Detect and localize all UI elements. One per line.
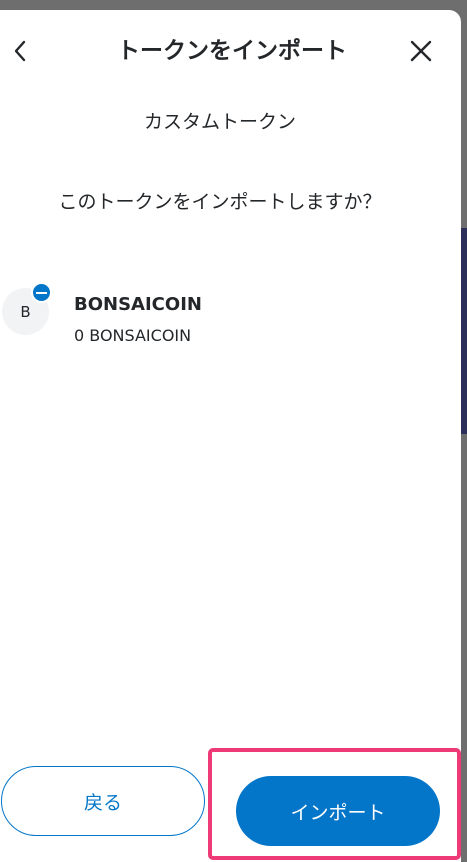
section-subtitle: カスタムトークン (143, 111, 296, 133)
background-strip (461, 228, 467, 434)
token-balance: 0 BONSAICOIN (74, 326, 192, 345)
modal-header: トークンをインポート (0, 10, 461, 94)
back-button[interactable]: 戻る (1, 766, 205, 836)
chevron-left-icon[interactable] (8, 36, 32, 66)
token-avatar-letter: B (20, 302, 31, 321)
modal-footer: 戻る インポート (0, 746, 461, 862)
import-token-modal: トークンをインポート カスタムトークン このトークンをインポートしますか？ B … (0, 10, 461, 862)
close-icon[interactable] (406, 36, 436, 66)
page-title: トークンをインポート (117, 38, 347, 64)
import-button[interactable]: インポート (236, 776, 440, 846)
token-name: BONSAICOIN (74, 294, 202, 315)
network-badge-icon (31, 282, 52, 303)
confirm-question: このトークンをインポートしますか？ (58, 191, 382, 213)
token-list-item: B BONSAICOIN 0 BONSAICOIN (0, 278, 461, 348)
